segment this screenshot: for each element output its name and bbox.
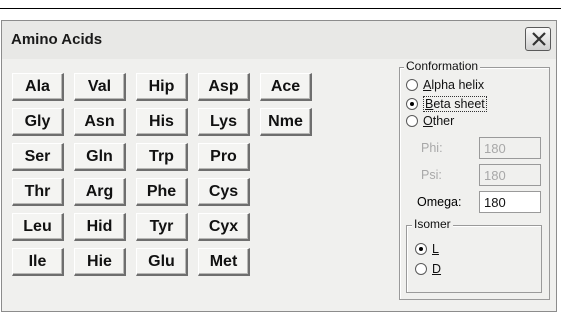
amino-acid-button-asn[interactable]: Asn <box>74 108 126 136</box>
amino-acid-button-nme[interactable]: Nme <box>260 108 312 136</box>
window-title: Amino Acids <box>11 31 103 48</box>
isomer-group <box>406 225 542 293</box>
amino-acid-button-phe[interactable]: Phe <box>136 178 188 206</box>
amino-acid-button-ala[interactable]: Ala <box>12 73 64 101</box>
radio-isomer-d[interactable]: D <box>415 262 441 276</box>
radio-alpha-helix[interactable]: Alpha helix <box>406 78 484 92</box>
psi-input[interactable] <box>479 164 541 186</box>
amino-acid-button-glu[interactable]: Glu <box>136 248 188 276</box>
amino-acid-button-tyr[interactable]: Tyr <box>136 213 188 241</box>
amino-acid-button-gly[interactable]: Gly <box>12 108 64 136</box>
amino-acid-button-hie[interactable]: Hie <box>74 248 126 276</box>
amino-acid-button-met[interactable]: Met <box>198 248 250 276</box>
conformation-legend: Conformation <box>404 59 481 73</box>
radio-beta-sheet-label: Beta sheet <box>423 96 487 112</box>
isomer-legend: Isomer <box>412 217 453 231</box>
amino-acid-button-ile[interactable]: Ile <box>12 248 64 276</box>
amino-acids-dialog: Amino Acids Ala Val Hip Asp Ace Gly Asn His Lys N… <box>1 20 557 312</box>
dialog-client-area: Ala Val Hip Asp Ace Gly Asn His Lys Nme Ser Gln Trp P… <box>2 59 556 311</box>
amino-acid-button-ser[interactable]: Ser <box>12 143 64 171</box>
phi-input[interactable] <box>479 137 541 159</box>
amino-acid-button-asp[interactable]: Asp <box>198 73 250 101</box>
amino-acid-button-arg[interactable]: Arg <box>74 178 126 206</box>
amino-acid-button-leu[interactable]: Leu <box>12 213 64 241</box>
title-bar[interactable]: Amino Acids <box>2 21 556 59</box>
amino-acid-button-hid[interactable]: Hid <box>74 213 126 241</box>
radio-isomer-l[interactable]: L <box>415 242 439 256</box>
radio-other-indicator <box>406 115 418 127</box>
amino-acid-button-cyx[interactable]: Cyx <box>198 213 250 241</box>
top-divider-line <box>0 8 561 9</box>
amino-acid-button-his[interactable]: His <box>136 108 188 136</box>
radio-other-label: Other <box>423 114 455 128</box>
omega-input[interactable] <box>479 191 541 213</box>
amino-acid-button-gln[interactable]: Gln <box>74 143 126 171</box>
radio-isomer-l-indicator <box>415 243 427 255</box>
radio-isomer-l-label: L <box>432 242 439 256</box>
amino-acid-button-pro[interactable]: Pro <box>198 143 250 171</box>
close-button[interactable] <box>525 27 551 51</box>
psi-label: Psi: <box>421 168 442 182</box>
phi-label: Phi: <box>421 141 443 155</box>
close-icon <box>532 32 546 46</box>
amino-acid-button-lys[interactable]: Lys <box>198 108 250 136</box>
amino-acid-button-ace[interactable]: Ace <box>260 73 312 101</box>
radio-beta-sheet-indicator <box>406 98 418 110</box>
amino-acid-button-trp[interactable]: Trp <box>136 143 188 171</box>
radio-isomer-d-label: D <box>432 262 442 276</box>
radio-alpha-helix-label: Alpha helix <box>423 78 485 92</box>
omega-label: Omega: <box>417 195 462 209</box>
amino-acid-button-val[interactable]: Val <box>74 73 126 101</box>
radio-other[interactable]: Other <box>406 114 454 128</box>
radio-beta-sheet[interactable]: Beta sheet <box>406 96 487 112</box>
amino-acid-button-hip[interactable]: Hip <box>136 73 188 101</box>
amino-acid-button-cys[interactable]: Cys <box>198 178 250 206</box>
amino-acid-button-thr[interactable]: Thr <box>12 178 64 206</box>
radio-alpha-helix-indicator <box>406 79 418 91</box>
radio-isomer-d-indicator <box>415 263 427 275</box>
